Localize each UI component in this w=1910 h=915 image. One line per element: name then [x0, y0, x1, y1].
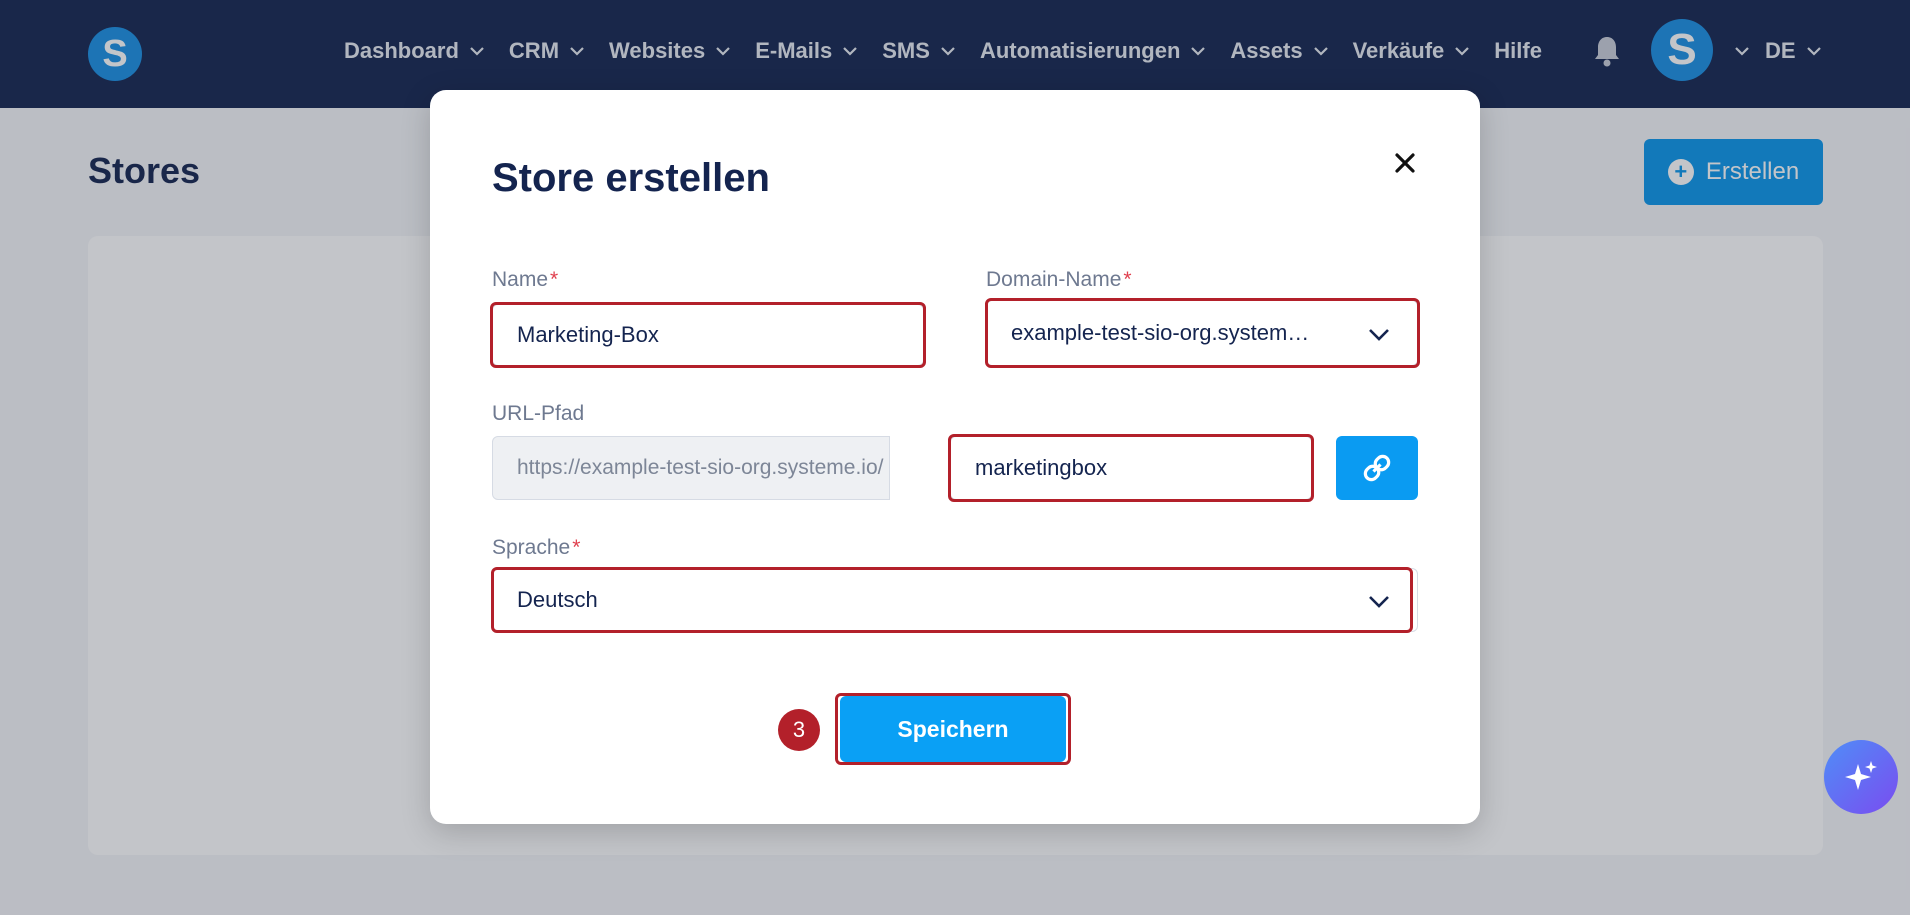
url-path-value: marketingbox [975, 455, 1108, 480]
step-badge: 3 [778, 709, 820, 751]
url-path-label: URL-Pfad [492, 402, 585, 425]
chevron-down-icon [1369, 329, 1389, 341]
chevron-down-icon [1369, 596, 1389, 608]
domain-select[interactable]: example-test-sio-org.system… [986, 300, 1418, 366]
name-input[interactable]: Marketing-Box [492, 304, 924, 366]
save-button[interactable]: Speichern [840, 696, 1066, 762]
domain-value: example-test-sio-org.system… [1011, 320, 1310, 345]
name-value: Marketing-Box [517, 322, 659, 347]
language-field-label: Sprache* [492, 536, 581, 559]
language-select[interactable]: Deutsch [492, 568, 1418, 632]
generate-link-button[interactable] [1336, 436, 1418, 500]
sparkles-icon [1845, 761, 1877, 790]
link-icon [1363, 454, 1391, 482]
domain-label: Domain-Name* [986, 268, 1132, 291]
create-store-modal: Store erstellen Name* Marketing-Box Doma… [430, 90, 1480, 824]
close-icon[interactable] [1390, 148, 1420, 178]
modal-title: Store erstellen [492, 156, 770, 200]
url-prefix: https://example-test-sio-org.systeme.io/ [492, 436, 890, 500]
language-value: Deutsch [517, 587, 598, 612]
name-label: Name* [492, 268, 559, 291]
url-path-input[interactable]: marketingbox [950, 436, 1312, 500]
ai-assistant-button[interactable] [1824, 740, 1898, 814]
url-prefix-text: https://example-test-sio-org.systeme.io/ [517, 456, 884, 479]
